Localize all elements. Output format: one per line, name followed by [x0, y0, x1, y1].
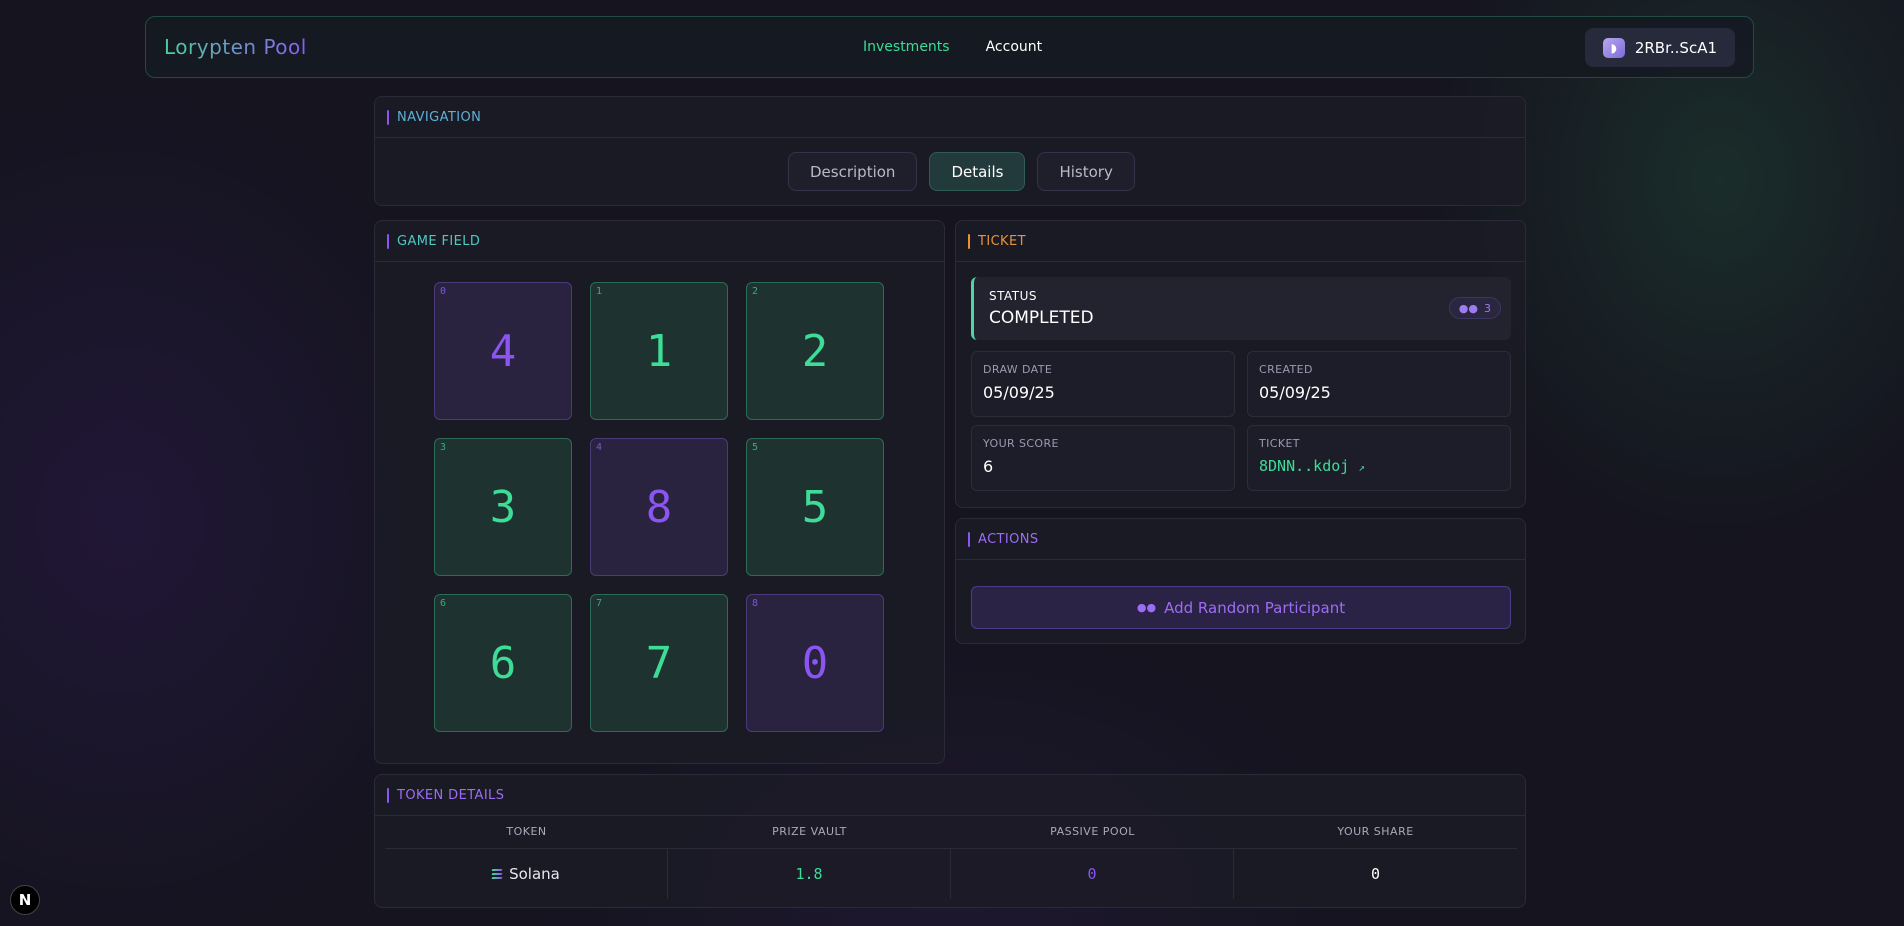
- tab-bar: Description Details History: [788, 152, 1135, 191]
- cell-index: 2: [752, 286, 759, 297]
- nav-account[interactable]: Account: [986, 39, 1043, 55]
- participants-count: 3: [1484, 301, 1491, 315]
- game-field-header: GAME FIELD: [375, 221, 944, 262]
- cell-value: 1: [645, 325, 673, 377]
- cell-value: 7: [645, 637, 673, 689]
- users-icon: ●●: [1458, 301, 1478, 315]
- table-row: Solana 1.8 0 0: [385, 849, 1517, 899]
- ticket-panel: TICKET STATUS COMPLETED ●● 3 DRAW DATE 0…: [955, 220, 1526, 508]
- created-value: 05/09/25: [1259, 383, 1331, 402]
- external-link-icon: ↗: [1358, 461, 1365, 474]
- game-cell[interactable]: 11: [590, 282, 728, 420]
- cell-prize-vault: 1.8: [668, 849, 951, 899]
- game-cell[interactable]: 48: [590, 438, 728, 576]
- accent-bar: [387, 233, 389, 249]
- tab-description[interactable]: Description: [788, 152, 918, 191]
- game-grid: 04 11 22 33 48 55 66 77 80: [434, 282, 884, 732]
- table-header-row: TOKEN PRIZE VAULT PASSIVE POOL YOUR SHAR…: [385, 824, 1517, 849]
- cell-value: 4: [489, 325, 517, 377]
- add-random-participant-button[interactable]: ●● Add Random Participant: [971, 586, 1511, 629]
- status-label: STATUS: [989, 289, 1038, 303]
- add-participant-label: Add Random Participant: [1164, 598, 1346, 617]
- cell-value: 0: [801, 637, 829, 689]
- game-field-title: GAME FIELD: [397, 233, 481, 249]
- draw-date-card: DRAW DATE 05/09/25: [971, 351, 1235, 417]
- cell-value: 6: [489, 637, 517, 689]
- game-cell[interactable]: 33: [434, 438, 572, 576]
- framework-badge-icon[interactable]: N: [10, 885, 40, 915]
- tab-history[interactable]: History: [1037, 152, 1135, 191]
- participants-badge: ●● 3: [1448, 297, 1501, 319]
- game-cell[interactable]: 80: [746, 594, 884, 732]
- cell-index: 6: [440, 598, 447, 609]
- col-prize-vault: PRIZE VAULT: [772, 825, 847, 838]
- solana-icon: [491, 869, 503, 879]
- ticket-title: TICKET: [978, 233, 1026, 249]
- game-cell[interactable]: 77: [590, 594, 728, 732]
- cell-value: 8: [645, 481, 673, 533]
- cell-value: 5: [801, 481, 829, 533]
- cell-index: 5: [752, 442, 759, 453]
- ticket-header: TICKET: [956, 221, 1525, 262]
- status-box: STATUS COMPLETED ●● 3: [971, 277, 1511, 340]
- cell-passive-pool: 0: [951, 849, 1234, 899]
- ticket-id-link[interactable]: 8DNN..kdoj ↗: [1259, 457, 1365, 475]
- status-value: COMPLETED: [989, 308, 1094, 328]
- navigation-header: NAVIGATION: [375, 97, 1525, 138]
- game-cell[interactable]: 22: [746, 282, 884, 420]
- score-value: 6: [983, 457, 994, 476]
- col-token: TOKEN: [506, 825, 547, 838]
- nav-investments[interactable]: Investments: [863, 39, 950, 55]
- accent-bar: [968, 233, 970, 249]
- ticket-id-label: TICKET: [1259, 437, 1300, 450]
- actions-title: ACTIONS: [978, 531, 1039, 547]
- draw-date-label: DRAW DATE: [983, 363, 1053, 376]
- created-card: CREATED 05/09/25: [1247, 351, 1511, 417]
- token-details-title: TOKEN DETAILS: [397, 787, 505, 803]
- wallet-button[interactable]: ◗ 2RBr..ScA1: [1584, 28, 1735, 67]
- accent-bar: [968, 531, 970, 547]
- brand-logo[interactable]: Lorypten Pool: [164, 35, 307, 59]
- cell-value: 3: [489, 481, 517, 533]
- ticket-id-card: TICKET 8DNN..kdoj ↗: [1247, 425, 1511, 491]
- users-icon: ●●: [1136, 601, 1157, 614]
- cell-index: 7: [596, 598, 603, 609]
- ticket-id-value: 8DNN..kdoj: [1259, 457, 1350, 475]
- score-card: YOUR SCORE 6: [971, 425, 1235, 491]
- actions-header: ACTIONS: [956, 519, 1525, 560]
- token-table: TOKEN PRIZE VAULT PASSIVE POOL YOUR SHAR…: [385, 824, 1517, 899]
- game-field-panel: GAME FIELD 04 11 22 33 48 55 66 77 80: [374, 220, 945, 764]
- main-nav: Investments Account: [863, 39, 1042, 55]
- cell-index: 0: [440, 286, 447, 297]
- navigation-panel: NAVIGATION Description Details History: [374, 96, 1526, 206]
- cell-index: 4: [596, 442, 603, 453]
- game-cell[interactable]: 04: [434, 282, 572, 420]
- col-passive-pool: PASSIVE POOL: [1050, 825, 1135, 838]
- wallet-avatar-icon: ◗: [1602, 37, 1625, 58]
- col-your-share: YOUR SHARE: [1337, 825, 1414, 838]
- game-cell[interactable]: 55: [746, 438, 884, 576]
- score-label: YOUR SCORE: [983, 437, 1059, 450]
- cell-index: 1: [596, 286, 603, 297]
- cell-index: 8: [752, 598, 759, 609]
- wallet-address: 2RBr..ScA1: [1634, 38, 1717, 57]
- accent-bar: [387, 787, 389, 803]
- top-header: Lorypten Pool Investments Account ◗ 2RBr…: [145, 16, 1754, 78]
- token-details-panel: TOKEN DETAILS TOKEN PRIZE VAULT PASSIVE …: [374, 774, 1526, 908]
- token-details-header: TOKEN DETAILS: [375, 775, 1525, 816]
- created-label: CREATED: [1259, 363, 1313, 376]
- cell-your-share: 0: [1370, 865, 1381, 883]
- accent-bar: [387, 109, 389, 125]
- cell-token: Solana: [385, 849, 668, 899]
- draw-date-value: 05/09/25: [983, 383, 1055, 402]
- game-cell[interactable]: 66: [434, 594, 572, 732]
- cell-value: 2: [801, 325, 829, 377]
- actions-panel: ACTIONS ●● Add Random Participant: [955, 518, 1526, 644]
- cell-index: 3: [440, 442, 447, 453]
- navigation-title: NAVIGATION: [397, 109, 482, 125]
- tab-details[interactable]: Details: [929, 152, 1026, 191]
- token-name: Solana: [509, 865, 560, 883]
